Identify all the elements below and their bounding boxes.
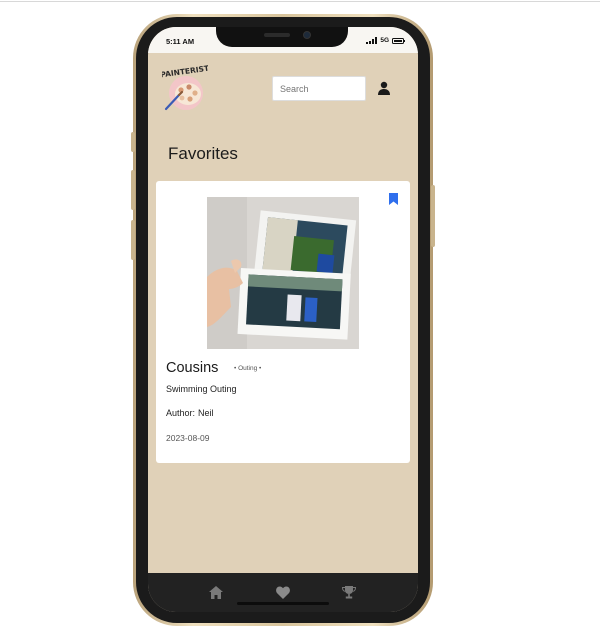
volume-up-button <box>131 170 135 210</box>
card-title[interactable]: Cousins <box>166 360 218 376</box>
page-title: Favorites <box>168 144 238 163</box>
card-photo <box>207 197 359 349</box>
user-profile-icon[interactable] <box>377 81 391 95</box>
front-camera <box>303 31 311 39</box>
status-bar: 5:11 AM 5G <box>148 27 418 53</box>
power-button <box>431 185 435 247</box>
trophy-icon[interactable] <box>342 586 356 599</box>
signal-icon <box>366 37 378 44</box>
heart-icon[interactable] <box>276 586 290 599</box>
app-logo[interactable]: PAINTERIST <box>162 63 208 111</box>
card-author: Author: Neil <box>166 408 214 418</box>
speaker <box>264 33 290 37</box>
bookmark-icon[interactable] <box>389 193 398 205</box>
battery-icon <box>392 37 405 44</box>
card-description: Swimming Outing <box>166 384 237 394</box>
home-indicator <box>237 602 329 605</box>
notch <box>216 27 348 47</box>
polaroid-photo-image <box>207 197 359 349</box>
status-indicators: 5G <box>366 37 405 44</box>
app-screen: 5:11 AM 5G PAINTERIST Favorites <box>148 27 418 612</box>
favorite-card[interactable]: Cousins • Outing • Swimming Outing Autho… <box>156 181 410 463</box>
card-date: 2023-08-09 <box>166 433 210 443</box>
author-name: Neil <box>198 408 214 418</box>
network-type: 5G <box>380 37 389 44</box>
bottom-navigation <box>148 573 418 612</box>
home-icon[interactable] <box>209 586 223 599</box>
search-input[interactable] <box>272 76 366 101</box>
mute-switch <box>131 132 135 152</box>
category-tag: • Outing • <box>234 365 262 372</box>
author-label: Author: <box>166 408 196 418</box>
status-time: 5:11 AM <box>166 37 195 46</box>
browser-divider <box>0 1 600 2</box>
volume-down-button <box>131 220 135 260</box>
